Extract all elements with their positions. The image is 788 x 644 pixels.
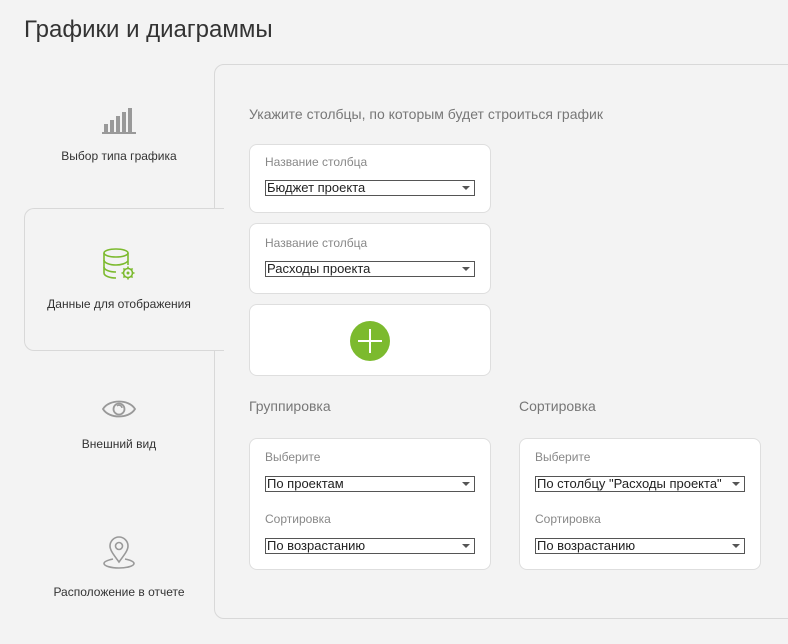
column-select-1[interactable]: Бюджет проекта	[265, 180, 475, 196]
map-pin-icon	[24, 536, 214, 575]
sorting-heading: Сортировка	[519, 398, 596, 414]
sorting-select[interactable]: По столбцу "Расходы проекта"	[535, 476, 745, 492]
eye-icon	[24, 396, 214, 427]
bar-chart-icon	[24, 106, 214, 139]
nav-item-appearance[interactable]: Внешний вид	[24, 396, 214, 496]
select-value: По столбцу "Расходы проекта"	[537, 476, 722, 491]
page-title: Графики и диаграммы	[24, 16, 273, 43]
column-name-label: Название столбца	[265, 155, 368, 169]
select-value: По возрастанию	[267, 538, 366, 553]
grouping-sort-select[interactable]: По возрастанию	[265, 538, 475, 554]
grouping-card: Выберите По проектам Сортировка По возра…	[249, 438, 491, 570]
sorting-sort-label: Сортировка	[535, 512, 601, 526]
grouping-sort-label: Сортировка	[265, 512, 331, 526]
column-name-label: Название столбца	[265, 236, 368, 250]
nav-item-label: Данные для отображения	[47, 297, 191, 311]
caret-down-icon	[462, 186, 470, 190]
plus-icon	[358, 329, 382, 353]
sorting-sort-select[interactable]: По возрастанию	[535, 538, 745, 554]
select-value: По возрастанию	[537, 538, 636, 553]
caret-down-icon	[732, 544, 740, 548]
nav-item-placement[interactable]: Расположение в отчете	[24, 536, 214, 636]
sorting-select-label: Выберите	[535, 450, 591, 464]
grouping-select[interactable]: По проектам	[265, 476, 475, 492]
nav-item-data[interactable]: Данные для отображения	[24, 248, 214, 348]
select-value: Расходы проекта	[267, 261, 371, 276]
add-column-card	[249, 304, 491, 376]
caret-down-icon	[462, 544, 470, 548]
sorting-card: Выберите По столбцу "Расходы проекта" Со…	[519, 438, 761, 570]
caret-down-icon	[732, 482, 740, 486]
grouping-select-label: Выберите	[265, 450, 321, 464]
caret-down-icon	[462, 482, 470, 486]
nav-item-chart-type[interactable]: Выбор типа графика	[24, 106, 214, 206]
column-select-2[interactable]: Расходы проекта	[265, 261, 475, 277]
columns-heading: Укажите столбцы, по которым будет строит…	[249, 106, 603, 122]
add-column-button[interactable]	[350, 321, 390, 361]
caret-down-icon	[462, 267, 470, 271]
nav-item-label: Расположение в отчете	[53, 585, 185, 599]
nav-item-label: Внешний вид	[81, 437, 157, 451]
select-value: По проектам	[267, 476, 344, 491]
grouping-heading: Группировка	[249, 398, 331, 414]
column-card-2: Название столбца Расходы проекта	[249, 223, 491, 294]
database-settings-icon	[24, 248, 214, 287]
column-card-1: Название столбца Бюджет проекта	[249, 144, 491, 213]
nav-item-label: Выбор типа графика	[61, 149, 177, 163]
select-value: Бюджет проекта	[267, 180, 366, 195]
